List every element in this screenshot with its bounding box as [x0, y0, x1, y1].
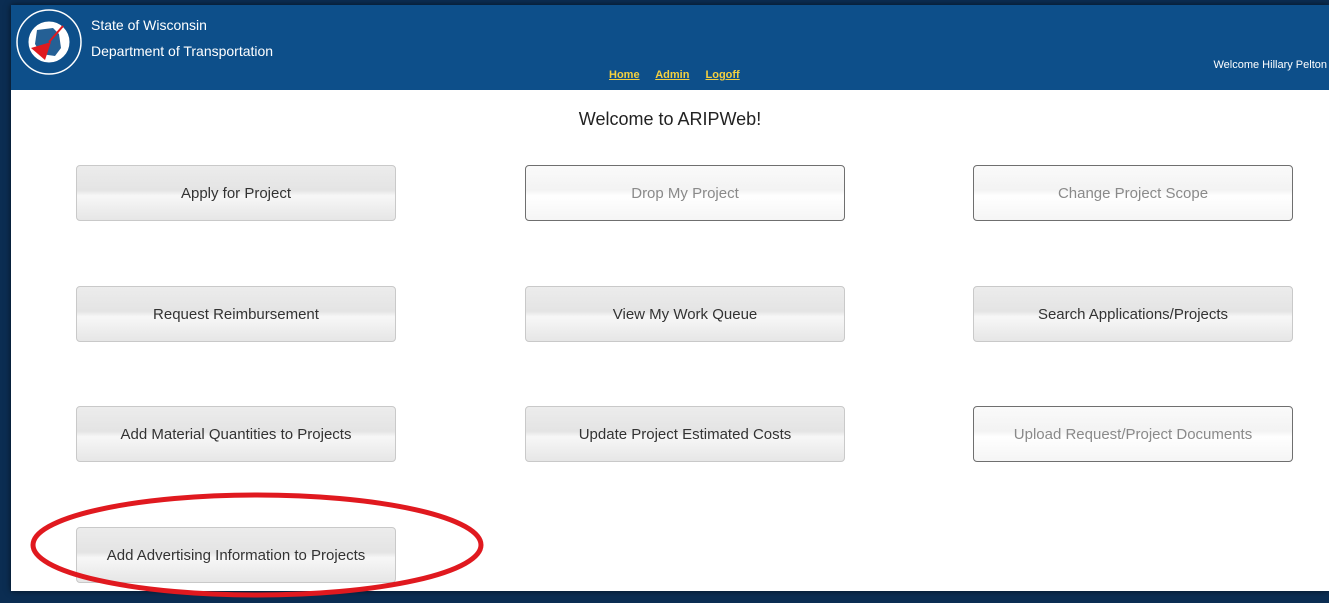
add-material-quantities-button[interactable]: Add Material Quantities to Projects: [76, 406, 396, 462]
highlight-ellipse-annotation: [30, 492, 484, 598]
view-work-queue-button[interactable]: View My Work Queue: [525, 286, 845, 342]
apply-for-project-button[interactable]: Apply for Project: [76, 165, 396, 221]
welcome-user-text: Welcome Hillary Pelton: [1213, 59, 1327, 71]
nav-admin-link[interactable]: Admin: [655, 69, 689, 81]
upload-documents-button[interactable]: Upload Request/Project Documents: [973, 406, 1293, 462]
nav-logoff-link[interactable]: Logoff: [706, 69, 740, 81]
change-project-scope-button[interactable]: Change Project Scope: [973, 165, 1293, 221]
org-name-state: State of Wisconsin: [91, 17, 207, 33]
header-bar: State of Wisconsin Department of Transpo…: [11, 5, 1329, 90]
top-nav: Home Admin Logoff: [609, 69, 753, 81]
search-applications-button[interactable]: Search Applications/Projects: [973, 286, 1293, 342]
wisdot-logo: [16, 9, 82, 75]
nav-home-link[interactable]: Home: [609, 69, 640, 81]
request-reimbursement-button[interactable]: Request Reimbursement: [76, 286, 396, 342]
update-estimated-costs-button[interactable]: Update Project Estimated Costs: [525, 406, 845, 462]
drop-my-project-button[interactable]: Drop My Project: [525, 165, 845, 221]
org-name-department: Department of Transportation: [91, 43, 274, 59]
page-title: Welcome to ARIPWeb!: [578, 109, 762, 129]
